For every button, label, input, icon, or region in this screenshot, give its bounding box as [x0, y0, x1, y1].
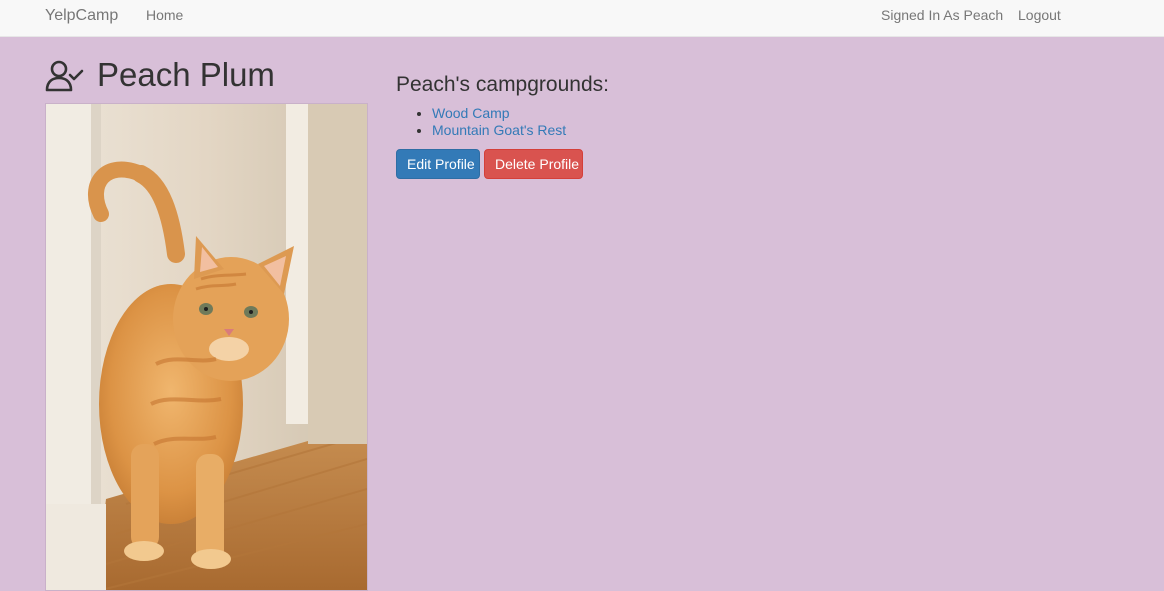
edit-profile-button[interactable]: Edit Profile — [396, 149, 480, 179]
list-item: Wood Camp — [432, 105, 566, 122]
list-item: Mountain Goat's Rest — [432, 122, 566, 139]
nav-logout-link[interactable]: Logout — [1018, 6, 1061, 24]
delete-profile-button[interactable]: Delete Profile — [484, 149, 583, 179]
nav-home-link[interactable]: Home — [146, 6, 183, 24]
campgrounds-heading: Peach's campgrounds: — [396, 73, 609, 96]
navbar: YelpCamp Home Signed In As Peach Logout — [0, 0, 1164, 37]
user-check-icon — [45, 60, 85, 92]
nav-signed-in-link[interactable]: Signed In As Peach — [881, 6, 1003, 24]
profile-name: Peach Plum — [97, 56, 275, 93]
brand-link[interactable]: YelpCamp — [45, 6, 118, 26]
profile-photo — [45, 103, 368, 591]
campground-link[interactable]: Mountain Goat's Rest — [432, 122, 566, 138]
campground-link[interactable]: Wood Camp — [432, 105, 510, 121]
campgrounds-list: Wood Camp Mountain Goat's Rest — [396, 105, 566, 139]
